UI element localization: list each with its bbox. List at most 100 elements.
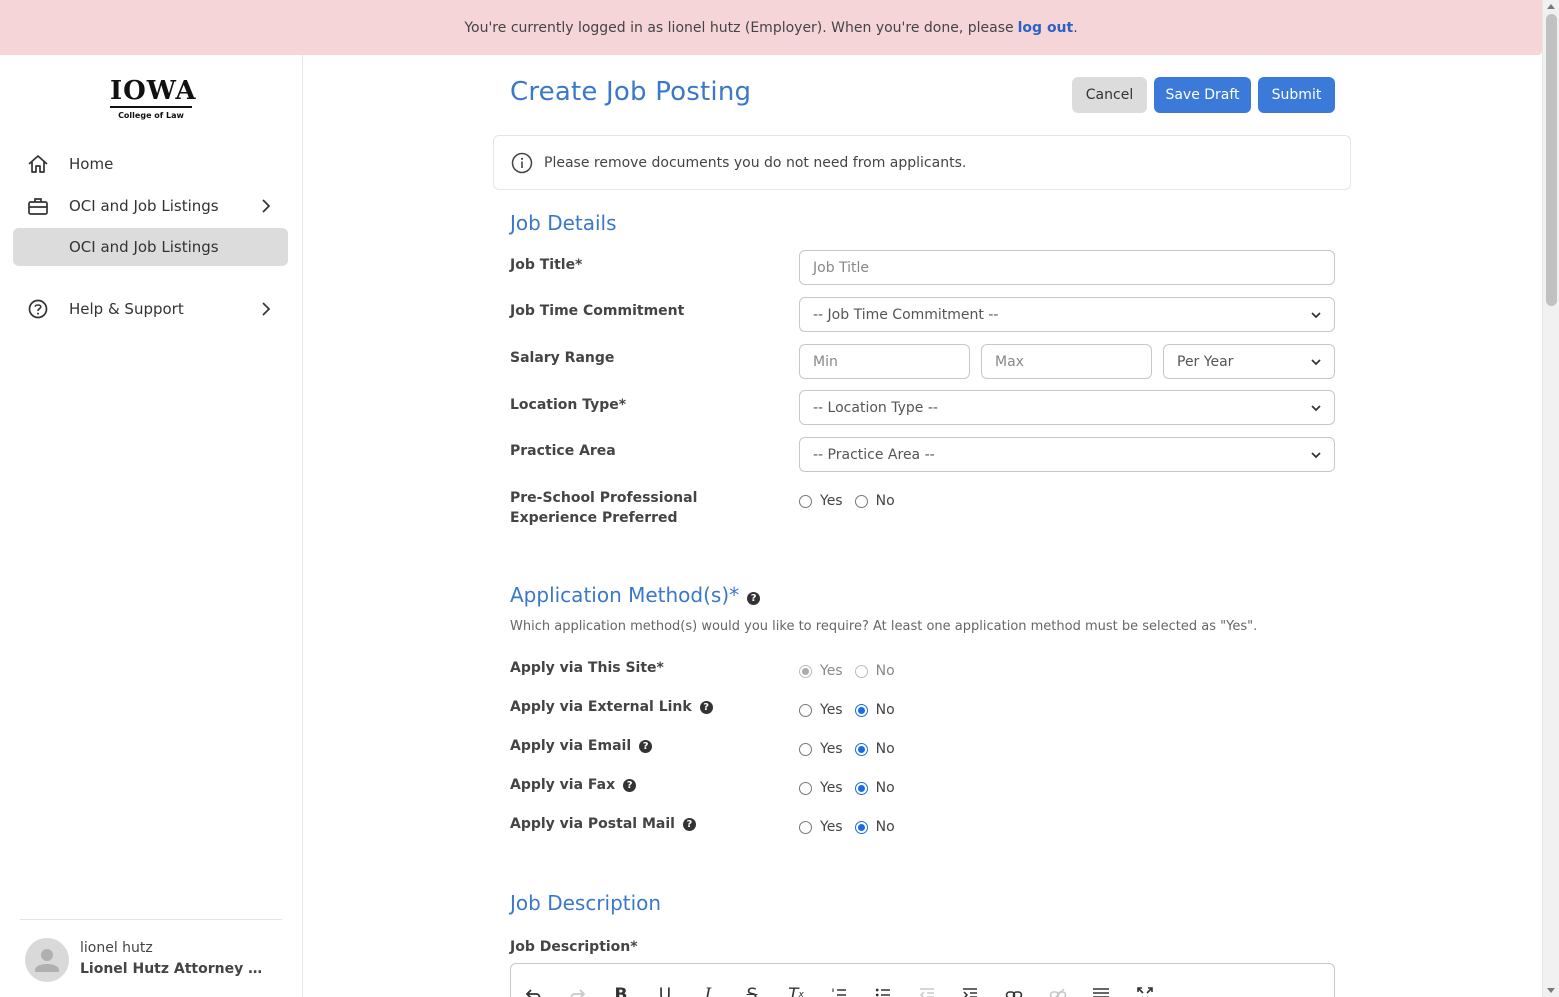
chevron-down-icon [1311, 312, 1321, 319]
apply-postal-mail-yes-radio[interactable]: Yes [799, 819, 843, 835]
apply-email-yes-radio[interactable]: Yes [799, 741, 843, 757]
help-icon[interactable]: ? [682, 818, 696, 831]
logo-subtitle: College of Law [118, 111, 184, 120]
avatar [25, 938, 69, 982]
sidebar-item-label: OCI and Job Listings [69, 238, 219, 256]
sidebar-subitem-oci-listings[interactable]: OCI and Job Listings [13, 228, 288, 266]
radio-circle [799, 703, 812, 717]
bold-icon[interactable]: B [610, 984, 632, 997]
chevron-right-icon [262, 199, 271, 213]
application-methods-hint: Which application method(s) would you li… [510, 619, 1258, 634]
job-title-input[interactable]: Job Title [799, 250, 1335, 285]
save-draft-button[interactable]: Save Draft [1154, 77, 1251, 113]
logo-rule [110, 106, 192, 108]
link-icon[interactable] [1003, 984, 1025, 997]
help-icon[interactable]: ? [747, 592, 761, 605]
apply-external-link-yes-radio[interactable]: Yes [799, 702, 843, 718]
sidebar-item-label: Help & Support [69, 300, 184, 318]
scrollbar-thumb[interactable] [1546, 14, 1557, 306]
clear-format-icon[interactable]: Tx [785, 984, 807, 997]
radio-circle [799, 820, 812, 834]
rich-text-editor[interactable]: B U I S Tx [510, 963, 1335, 997]
user-profile[interactable]: lionel hutz Lionel Hutz Attorney at L... [20, 919, 282, 997]
apply-email-label: Apply via Email? [510, 736, 653, 756]
submit-button[interactable]: Submit [1258, 77, 1335, 113]
indent-icon[interactable] [959, 984, 981, 997]
radio-circle [854, 494, 868, 508]
fullscreen-icon[interactable] [1134, 984, 1156, 997]
job-title-label: Job Title* [510, 257, 583, 273]
chevron-right-icon [262, 302, 271, 316]
user-name: lionel hutz [80, 940, 153, 956]
help-icon[interactable]: ? [699, 701, 713, 714]
italic-icon[interactable]: I [697, 984, 719, 997]
practice-area-select[interactable]: -- Practice Area -- [799, 437, 1335, 472]
pre-school-no-radio[interactable]: No [854, 493, 895, 509]
page-scrollbar[interactable] [1542, 0, 1559, 997]
horizontal-rule-icon[interactable] [1090, 984, 1112, 997]
time-commitment-label: Job Time Commitment [510, 303, 685, 319]
salary-range-label: Salary Range [510, 350, 615, 366]
apply-external-link-no-radio[interactable]: No [854, 702, 895, 718]
user-org: Lionel Hutz Attorney at L... [80, 961, 270, 977]
radio-circle [854, 742, 868, 756]
pre-school-experience-label: Pre-School Professional Experience Prefe… [510, 490, 698, 526]
undo-icon[interactable] [523, 984, 545, 997]
help-icon[interactable]: ? [623, 779, 637, 792]
logout-link[interactable]: log out [1018, 20, 1074, 36]
radio-label: Yes [820, 780, 843, 796]
sidebar-item-label: OCI and Job Listings [69, 197, 219, 215]
bullet-list-icon[interactable] [872, 984, 894, 997]
radio-label: Yes [820, 702, 843, 718]
apply-email-no-radio[interactable]: No [854, 741, 895, 757]
outdent-icon[interactable] [916, 984, 938, 997]
banner-period: . [1073, 19, 1078, 36]
radio-circle [854, 703, 868, 717]
logo[interactable]: IOWA College of Law [110, 76, 197, 120]
impersonation-banner: You're currently logged in as lionel hut… [0, 0, 1542, 55]
ordered-list-icon[interactable] [828, 984, 850, 997]
sidebar-item-home[interactable]: Home [13, 145, 288, 183]
sidebar-item-help[interactable]: Help & Support [13, 290, 288, 328]
apply-postal-mail-radios: Yes No [799, 819, 907, 835]
apply-fax-no-radio[interactable]: No [854, 780, 895, 796]
apply-external-link-radios: Yes No [799, 702, 907, 718]
strikethrough-icon[interactable]: S [741, 984, 763, 997]
apply-postal-mail-text: Apply via Postal Mail [510, 816, 675, 832]
scroll-down-icon[interactable] [1547, 988, 1555, 993]
sidebar-item-oci[interactable]: OCI and Job Listings [13, 187, 288, 225]
scroll-up-icon[interactable] [1547, 4, 1555, 9]
radio-label: Yes [820, 493, 843, 509]
pre-school-yes-radio[interactable]: Yes [799, 493, 843, 509]
unlink-icon[interactable] [1047, 984, 1069, 997]
location-type-label: Location Type* [510, 397, 627, 413]
help-icon[interactable]: ? [639, 740, 653, 753]
application-methods-heading: Application Method(s)* [510, 583, 740, 607]
apply-fax-yes-radio[interactable]: Yes [799, 780, 843, 796]
apply-site-radios: Yes No [799, 663, 907, 679]
apply-email-text: Apply via Email [510, 738, 632, 754]
logo-title: IOWA [110, 76, 197, 106]
info-text: Please remove documents you do not need … [544, 154, 967, 171]
salary-period-value: Per Year [1177, 353, 1234, 370]
salary-period-select[interactable]: Per Year [1163, 344, 1335, 379]
sidebar: IOWA College of Law Home OCI and Job Lis… [0, 55, 303, 997]
salary-min-input[interactable]: Min [799, 344, 970, 379]
underline-icon[interactable]: U [654, 984, 676, 997]
apply-fax-label: Apply via Fax? [510, 775, 637, 795]
redo-icon[interactable] [566, 984, 588, 997]
radio-label: No [875, 780, 895, 796]
pre-school-experience-radios: Yes No [799, 493, 907, 509]
time-commitment-select[interactable]: -- Job Time Commitment -- [799, 297, 1335, 332]
section-job-description: Job Description [510, 891, 662, 915]
help-circle-icon [28, 299, 48, 319]
location-type-select[interactable]: -- Location Type -- [799, 390, 1335, 425]
chevron-down-icon [1311, 452, 1321, 459]
radio-label: No [875, 493, 895, 509]
apply-postal-mail-no-radio[interactable]: No [854, 819, 895, 835]
salary-max-input[interactable]: Max [981, 344, 1152, 379]
apply-external-link-text: Apply via External Link [510, 699, 692, 715]
apply-fax-radios: Yes No [799, 780, 907, 796]
cancel-button[interactable]: Cancel [1072, 77, 1147, 113]
time-commitment-value: -- Job Time Commitment -- [813, 306, 999, 323]
